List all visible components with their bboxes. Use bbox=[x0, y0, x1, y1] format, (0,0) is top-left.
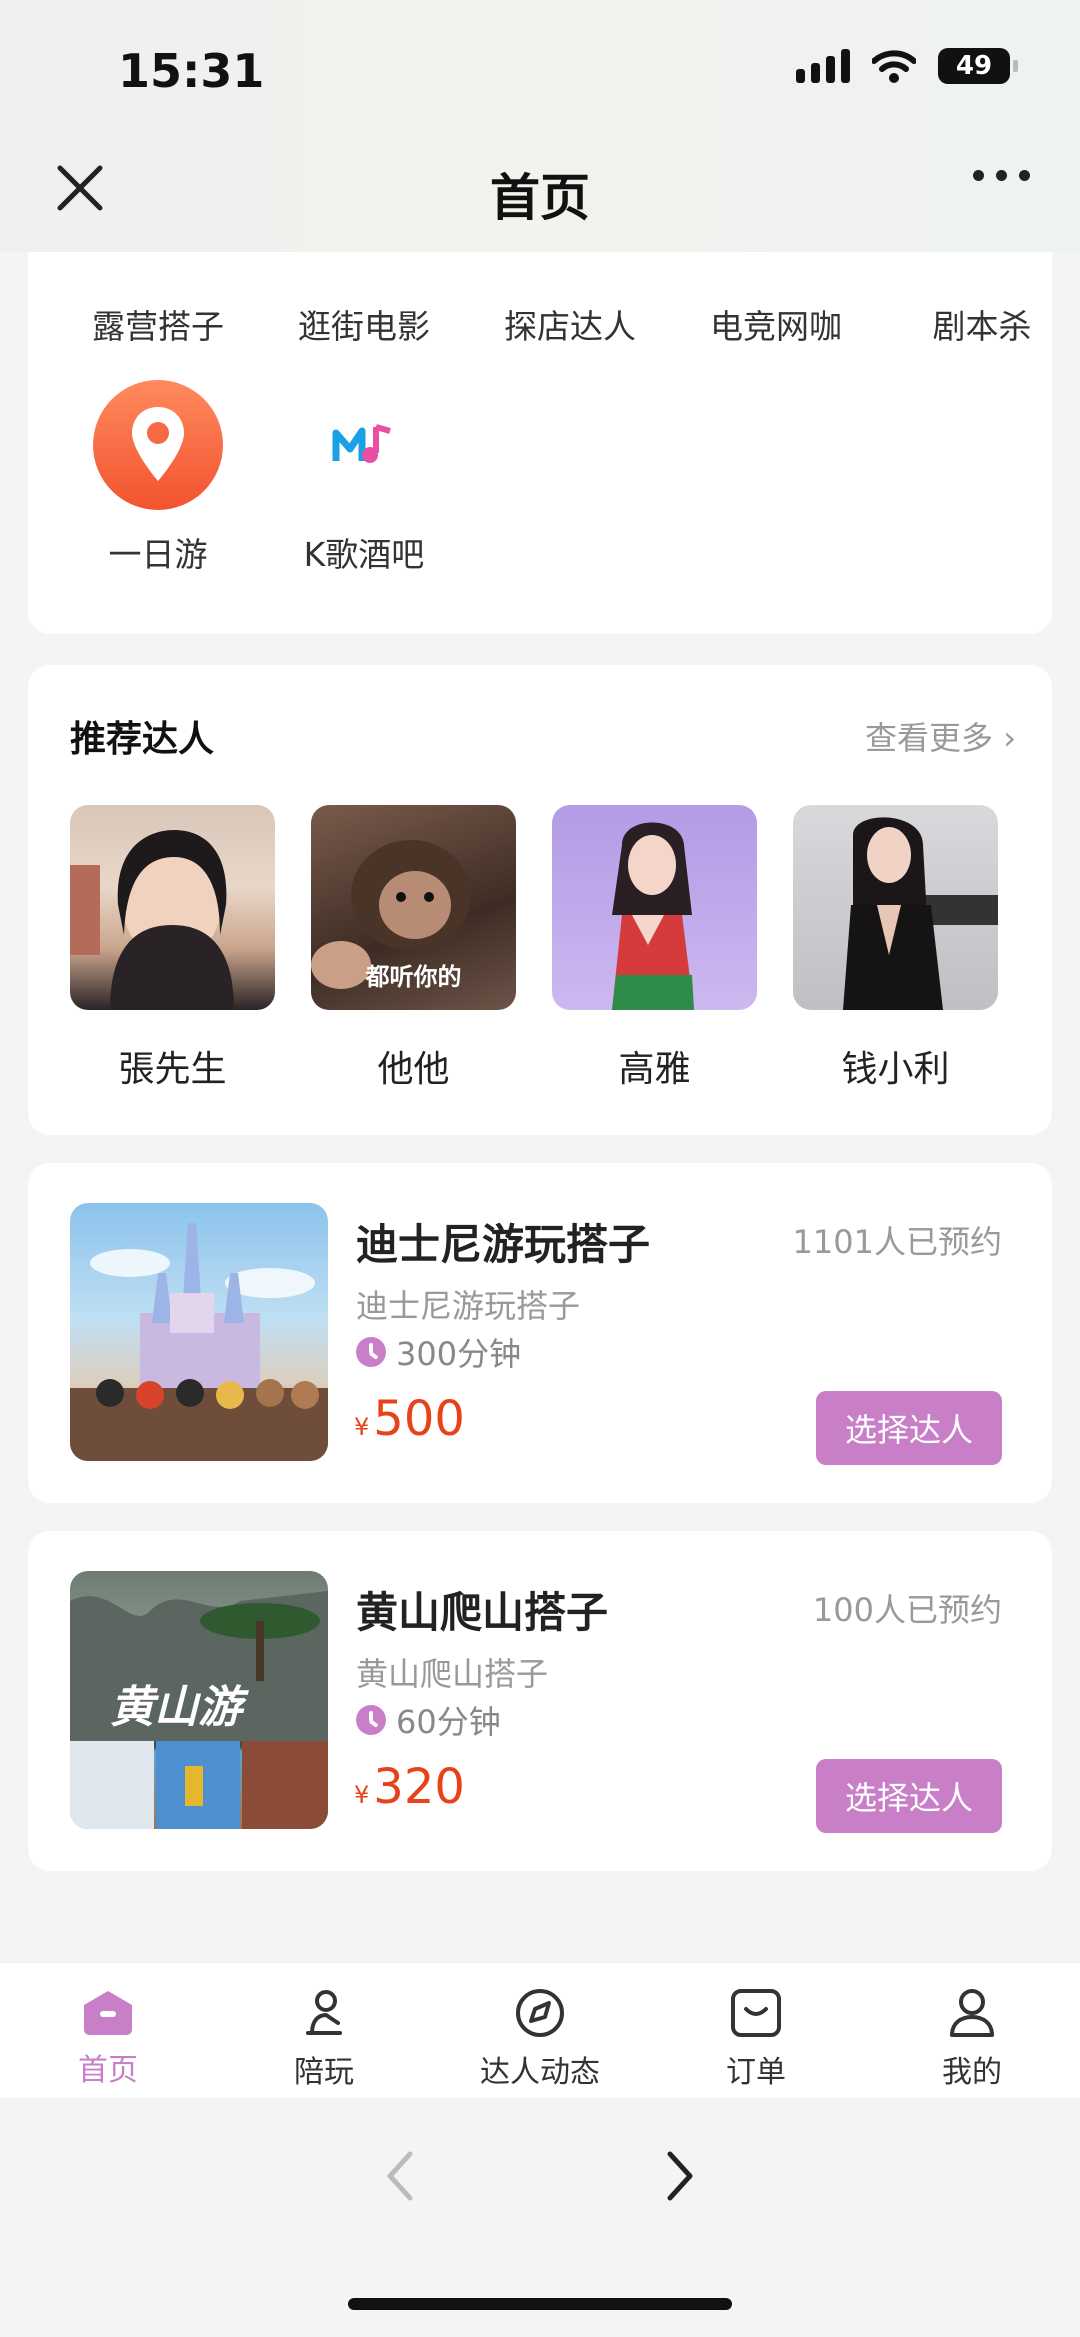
avatar bbox=[552, 805, 757, 1010]
more-options-icon[interactable] bbox=[973, 170, 1030, 181]
back-arrow-icon[interactable] bbox=[380, 2146, 420, 2206]
product-image: 黄山游 bbox=[70, 1571, 328, 1829]
recommended-item[interactable]: 高雅 bbox=[552, 805, 757, 1092]
booked-count: 1101人已预约 bbox=[792, 1223, 1002, 1261]
profile-icon bbox=[950, 1989, 994, 2037]
clock-icon bbox=[356, 1705, 386, 1735]
tab-profile[interactable]: 我的 bbox=[864, 1963, 1080, 2098]
avatar bbox=[793, 805, 998, 1010]
bottom-tab-bar: 首页 陪玩 达人动态 订单 我的 bbox=[0, 1962, 1080, 2098]
page-title: 首页 bbox=[490, 169, 590, 227]
see-more-link[interactable]: 查看更多 › bbox=[865, 713, 1016, 759]
tab-companion[interactable]: 陪玩 bbox=[216, 1963, 432, 2098]
tab-orders[interactable]: 订单 bbox=[648, 1963, 864, 2098]
recommended-item[interactable]: 都听你的 他他 bbox=[311, 805, 516, 1092]
home-indicator[interactable] bbox=[348, 2298, 732, 2310]
category-item[interactable]: 电竞网咖 bbox=[696, 200, 856, 348]
section-title: 推荐达人 bbox=[70, 719, 215, 760]
product-card[interactable]: 迪士尼游玩搭子 1101人已预约 迪士尼游玩搭子 300分钟 ¥ 500 选择达… bbox=[28, 1163, 1052, 1503]
product-title: 迪士尼游玩搭子 bbox=[356, 1220, 651, 1269]
tab-home[interactable]: 首页 bbox=[0, 1963, 216, 2098]
compass-icon bbox=[516, 1989, 564, 2037]
clock-icon bbox=[356, 1337, 386, 1367]
music-note-icon bbox=[299, 380, 429, 510]
category-item[interactable]: 探店达人 bbox=[490, 200, 650, 348]
avatar: 都听你的 bbox=[311, 805, 516, 1010]
category-item[interactable]: 逛街电影 bbox=[284, 200, 444, 348]
recommended-item[interactable]: 張先生 bbox=[70, 805, 275, 1092]
product-title: 黄山爬山搭子 bbox=[356, 1588, 609, 1637]
product-card[interactable]: 黄山游 黄山爬山搭子 100人已预约 黄山爬山搭子 60分钟 ¥ 320 选择达… bbox=[28, 1531, 1052, 1871]
location-pin-icon bbox=[93, 380, 223, 510]
companion-icon bbox=[306, 1990, 342, 2035]
avatar bbox=[70, 805, 275, 1010]
duration: 60分钟 bbox=[356, 1697, 501, 1743]
category-card: 露营搭子 逛街电影 探店达人 电竞网咖 剧本杀 一日游 K歌酒吧 bbox=[28, 200, 1052, 634]
top-bar: 15:31 49 首页 bbox=[0, 0, 1080, 252]
category-item-ktv[interactable]: K歌酒吧 bbox=[284, 380, 444, 576]
battery-icon: 49 bbox=[938, 48, 1018, 84]
signal-icon bbox=[796, 49, 850, 83]
recommended-card: 推荐达人 查看更多 › 張先生 都听你的 他他 高雅 钱小利 bbox=[28, 665, 1052, 1135]
wifi-icon bbox=[872, 50, 916, 83]
category-item[interactable]: 露营搭子 bbox=[78, 200, 238, 348]
product-subtitle: 迪士尼游玩搭子 bbox=[356, 1287, 581, 1325]
category-item-day-trip[interactable]: 一日游 bbox=[78, 380, 238, 576]
forward-arrow-icon[interactable] bbox=[660, 2146, 700, 2206]
order-icon bbox=[731, 1989, 781, 2037]
product-image bbox=[70, 1203, 328, 1461]
category-item[interactable]: 剧本杀 bbox=[902, 200, 1052, 348]
chevron-right-icon: › bbox=[1003, 719, 1016, 757]
home-icon bbox=[84, 1991, 132, 2035]
choose-talent-button[interactable]: 选择达人 bbox=[816, 1759, 1002, 1833]
tab-talent-feed[interactable]: 达人动态 bbox=[432, 1963, 648, 2098]
choose-talent-button[interactable]: 选择达人 bbox=[816, 1391, 1002, 1465]
price: ¥ 320 bbox=[354, 1759, 465, 1815]
status-time: 15:31 bbox=[118, 44, 265, 98]
price: ¥ 500 bbox=[354, 1391, 465, 1447]
recommended-list: 張先生 都听你的 他他 高雅 钱小利 bbox=[70, 805, 998, 1092]
recommended-item[interactable]: 钱小利 bbox=[793, 805, 998, 1092]
status-icons: 49 bbox=[796, 48, 1018, 84]
booked-count: 100人已预约 bbox=[812, 1591, 1002, 1629]
duration: 300分钟 bbox=[356, 1329, 521, 1375]
product-subtitle: 黄山爬山搭子 bbox=[356, 1655, 549, 1693]
image-caption: 黄山游 bbox=[110, 1682, 242, 1733]
